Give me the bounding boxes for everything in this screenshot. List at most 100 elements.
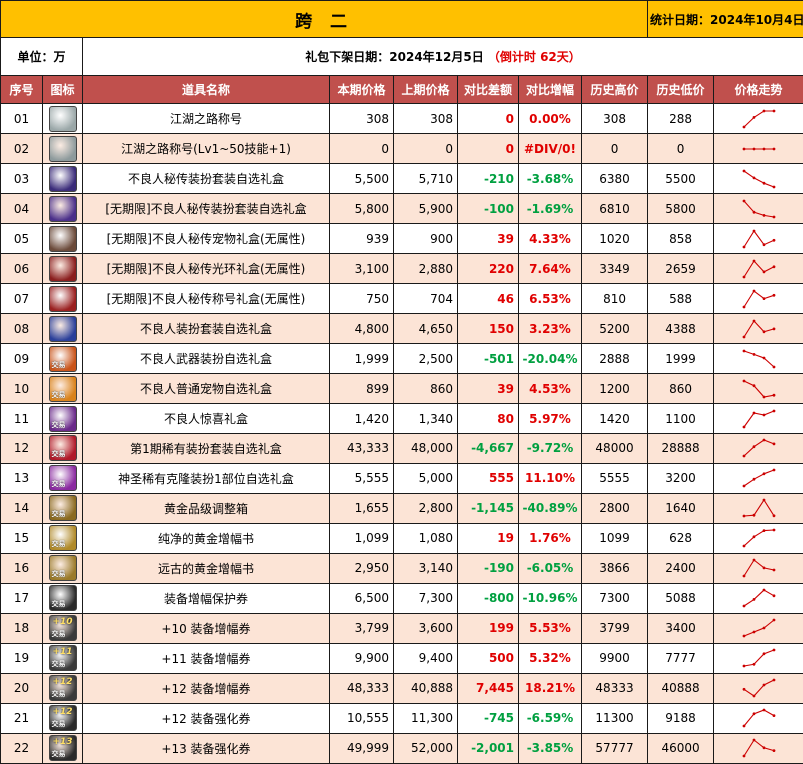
price-table: 跨 二 统计日期：2024年10月4日 单位：万 礼包下架日期：2024年12月…: [0, 0, 803, 764]
previous-price: 860: [393, 373, 458, 405]
sparkline-point: [742, 349, 745, 352]
ancient-gold-amplify-book-icon: 交易: [48, 555, 77, 582]
table-row: 02 江湖之路称号(Lv1~50技能+1) 0 0 0 #DIV/0! 0 0: [0, 133, 803, 165]
trend-cell: [713, 313, 803, 345]
sparkline-point: [742, 604, 745, 608]
sparkline-point: [772, 238, 775, 242]
price-difference: -1,145: [457, 492, 519, 524]
sparkline: [742, 319, 775, 338]
previous-price: 52,000: [393, 732, 458, 764]
item-name: 不良人普通宠物自选礼盒: [82, 373, 330, 405]
current-price: 49,999: [329, 732, 394, 764]
table-row: 14 交易 黄金品级调整箱 1,655 2,800 -1,145 -40.89% 2800 16…: [0, 492, 803, 524]
sparkline-point: [762, 329, 765, 333]
row-number: 14: [0, 492, 43, 524]
sparkline-path: [743, 589, 774, 607]
price-change-pct: 4.53%: [518, 373, 582, 405]
pure-gold-amplify-book-icon: 交易: [48, 525, 77, 552]
table-row: 09 交易 不良人武器装扮自选礼盒 1,999 2,500 -501 -20.04% 2888…: [0, 343, 803, 375]
item-name: [无期限]不良人秘传装扮套装自选礼盒: [82, 193, 330, 225]
history-low: 46000: [647, 732, 715, 764]
icon-level-text: +13: [52, 737, 73, 748]
sparkline-point: [772, 528, 775, 532]
price-difference: 500: [457, 642, 519, 674]
current-price: 5,800: [329, 193, 394, 225]
sparkline-point: [752, 598, 755, 602]
row-number: 10: [0, 373, 43, 405]
sparkline-path: [743, 559, 774, 577]
item-name: 不良人武器装扮自选礼盒: [82, 343, 330, 375]
price-difference: 555: [457, 462, 519, 494]
trend-cell: [713, 462, 803, 494]
price-change-pct: -20.04%: [518, 343, 582, 375]
sparkline-point: [742, 245, 745, 249]
sparkline-point: [772, 469, 775, 472]
sparkline-point: [762, 708, 765, 712]
table-row: 13 交易 神圣稀有克隆装扮1部位自选礼盒 5,555 5,000 555 11.10% 55…: [0, 462, 803, 494]
row-icon-cell: +10 交易: [42, 612, 83, 644]
col-header-trend: 价格走势: [713, 74, 803, 105]
current-price: 2,950: [329, 552, 394, 584]
previous-price: 308: [393, 103, 458, 135]
table-row: 05 [无期限]不良人秘传宠物礼盒(无属性) 939 900 39 4.33% 1020 85…: [0, 223, 803, 255]
history-low: 40888: [647, 672, 715, 704]
sparkline: [742, 289, 775, 309]
trend-cell: [713, 672, 803, 704]
sparkline-point: [772, 714, 775, 718]
previous-price: 5,900: [393, 193, 458, 225]
history-high: 810: [580, 283, 649, 315]
icon-trade-tag: 交易: [51, 420, 66, 429]
history-low: 5800: [647, 193, 715, 225]
sparkline-point: [762, 270, 765, 273]
sparkline: [742, 439, 775, 458]
sparkline-point: [752, 663, 755, 666]
row-number: 20: [0, 672, 43, 704]
col-header-no: 序号: [0, 74, 43, 105]
price-change-pct: 11.10%: [518, 462, 582, 494]
current-price: 6,500: [329, 582, 394, 614]
previous-price: 1,080: [393, 522, 458, 554]
history-low: 5500: [647, 163, 715, 195]
unit-label: 单位：万: [0, 37, 83, 76]
trend-cell: [713, 702, 803, 734]
icon-trade-tag: 交易: [51, 750, 66, 759]
history-low: 3200: [647, 462, 715, 494]
row-number: 02: [0, 133, 43, 165]
sheet-title: 跨 二: [0, 0, 649, 39]
sparkline-point: [752, 259, 755, 263]
sparkline-path: [743, 380, 774, 398]
price-difference: -501: [457, 343, 519, 375]
sparkline-point: [742, 634, 745, 638]
item-name: +10 装备增幅券: [82, 612, 330, 644]
col-header-high: 历史高价: [580, 74, 649, 105]
sparkline: [742, 379, 775, 398]
sparkline-point: [772, 185, 775, 189]
sparkline-point: [762, 242, 765, 246]
trend-cell: [713, 552, 803, 584]
delinquent-avatar-box-icon: [48, 165, 77, 192]
sparkline-point: [752, 115, 755, 119]
current-price: 0: [329, 133, 394, 165]
current-price: 4,800: [329, 313, 394, 345]
table-row: 07 [无期限]不良人秘传称号礼盒(无属性) 750 704 46 6.53% 810 588: [0, 283, 803, 315]
sparkline-point: [742, 147, 745, 151]
row-icon-cell: 交易: [42, 492, 83, 524]
sparkline-point: [762, 213, 765, 217]
sparkline-point: [752, 535, 755, 539]
history-low: 4388: [647, 313, 715, 345]
history-low: 858: [647, 223, 715, 255]
previous-price: 2,800: [393, 492, 458, 524]
history-high: 3799: [580, 612, 649, 644]
sparkline-point: [762, 472, 765, 476]
previous-price: 3,600: [393, 612, 458, 644]
table-row: 16 交易 远古的黄金增幅书 2,950 3,140 -190 -6.05% 3866 2400: [0, 552, 803, 584]
table-row: 03 不良人秘传装扮套装自选礼盒 5,500 5,710 -210 -3.68% 6380 5…: [0, 163, 803, 195]
sparkline-point: [752, 229, 755, 233]
price-difference: 80: [457, 403, 519, 434]
item-name: [无期限]不良人秘传宠物礼盒(无属性): [82, 223, 330, 255]
jianghu-title-icon: [48, 105, 77, 132]
release-label: 礼包下架日期：2024年12月5日: [305, 50, 484, 65]
history-high: 2800: [580, 492, 649, 524]
sparkline: [742, 558, 775, 578]
current-price: 43,333: [329, 432, 394, 464]
